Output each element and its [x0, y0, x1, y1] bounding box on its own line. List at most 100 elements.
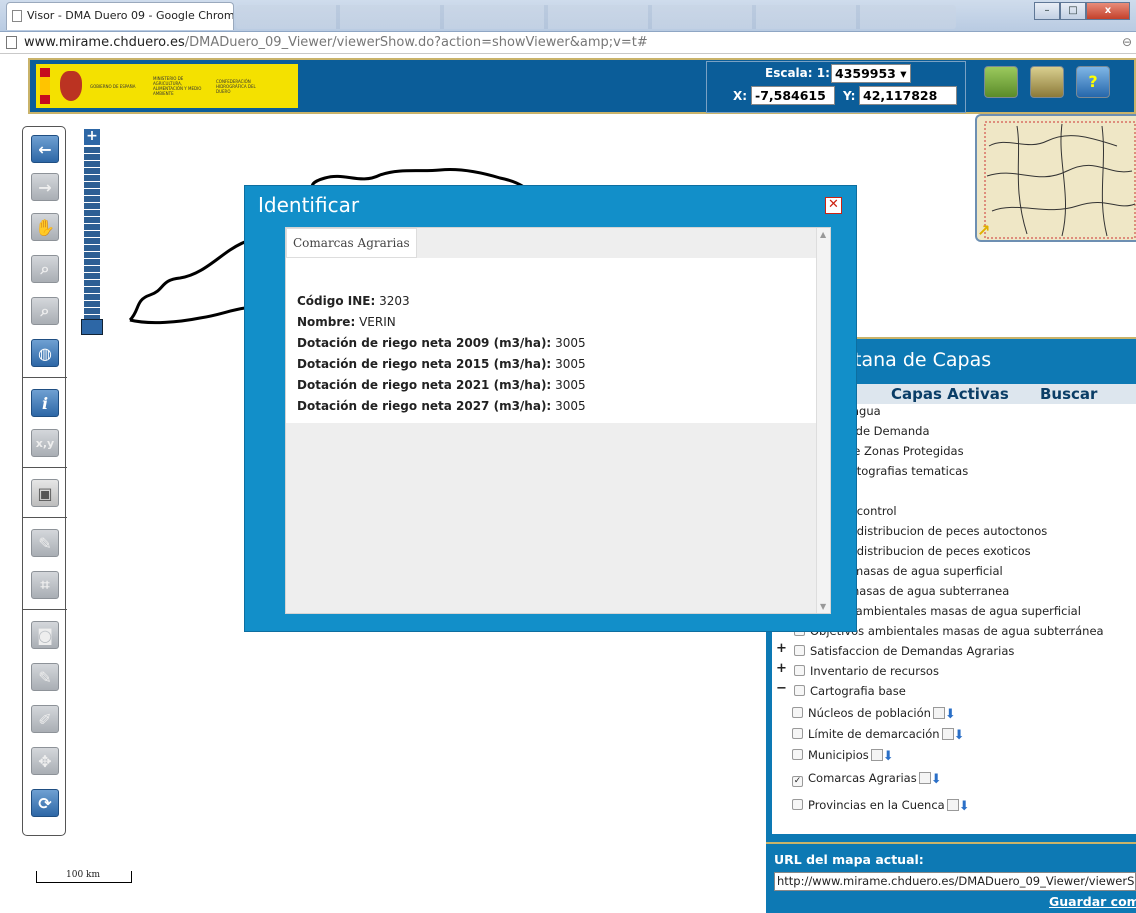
save-disk-icon[interactable]: ▣ — [31, 479, 59, 507]
layers-panel-title: tana de Capas — [854, 349, 992, 371]
page-icon — [12, 10, 22, 22]
attribute-row: Dotación de riego neta 2015 (m3/ha): 300… — [297, 357, 586, 371]
list-item[interactable]: masas de agua superficial — [852, 564, 1003, 578]
list-item[interactable]: Municipios ⬇ — [792, 748, 894, 764]
close-window-button[interactable]: x — [1086, 2, 1130, 20]
scroll-up-icon[interactable]: ▲ — [820, 230, 826, 239]
map-url-field[interactable]: http://www.mirame.chduero.es/DMADuero_09… — [774, 872, 1136, 891]
coordinates-panel: Escala: 1: 4359953 ▾ X: -7,584615 Y: 42,… — [706, 61, 966, 113]
legend-box[interactable] — [946, 799, 959, 811]
list-item[interactable]: rtografias tematicas — [852, 464, 968, 478]
expand-plus-icon[interactable]: + — [776, 661, 787, 676]
toolbar-separator — [23, 609, 67, 610]
browser-tab[interactable]: Visor - DMA Duero 09 - Google Chrome — [6, 2, 234, 30]
zoom-icon[interactable]: ⊖ — [1122, 32, 1132, 53]
spain-flag-icon — [40, 68, 50, 104]
binoculars-icon[interactable] — [1030, 66, 1064, 98]
info-icon[interactable]: i — [31, 389, 59, 417]
layer-checkbox[interactable] — [794, 685, 805, 696]
download-arrow-icon[interactable]: ⬇ — [945, 707, 956, 722]
panel-divider — [766, 842, 1136, 844]
list-item[interactable]: ✓ Comarcas Agrarias ⬇ — [792, 771, 942, 787]
attribute-row: Dotación de riego neta 2027 (m3/ha): 300… — [297, 399, 586, 413]
toolbar-separator — [23, 517, 67, 518]
back-arrow-icon[interactable]: ← — [31, 135, 59, 163]
move-icon[interactable]: ✥ — [31, 747, 59, 775]
list-item[interactable]: Límite de demarcación ⬇ — [792, 727, 965, 743]
download-arrow-icon[interactable]: ⬇ — [959, 799, 970, 814]
tab-comarcas-agrarias[interactable]: Comarcas Agrarias — [286, 228, 417, 258]
globe-icon[interactable]: ◍ — [31, 339, 59, 367]
map-viewer: GOBIERNO DE ESPAÑA MINISTERIO DE AGRICUL… — [0, 55, 1136, 913]
list-item[interactable]: nasas de agua subterranea — [852, 584, 1009, 598]
minimize-button[interactable]: – — [1034, 2, 1060, 20]
zoom-out-icon[interactable]: ⌕ — [31, 297, 59, 325]
layer-checkbox[interactable] — [794, 665, 805, 676]
layer-checkbox[interactable] — [792, 707, 803, 718]
header-strip: GOBIERNO DE ESPAÑA MINISTERIO DE AGRICUL… — [28, 58, 1136, 114]
y-label: Y: — [843, 89, 856, 103]
forward-arrow-icon[interactable]: → — [31, 173, 59, 201]
legend-box[interactable] — [870, 749, 883, 761]
layer-checkbox[interactable] — [792, 799, 803, 810]
layer-checkbox[interactable] — [794, 645, 805, 656]
zoom-track[interactable] — [84, 147, 100, 319]
dialog-scrollbar[interactable]: ▲ ▼ — [816, 228, 830, 613]
maximize-button[interactable]: □ — [1060, 2, 1086, 20]
identify-dialog: Identificar ✕ Comarcas Agrarias Código I… — [244, 185, 857, 632]
collapse-minus-icon[interactable]: − — [776, 681, 787, 696]
download-arrow-icon[interactable]: ⬇ — [954, 728, 965, 743]
left-toolbar: ← → ✋ ⌕ ⌕ ◍ i x,y ▣ ✎ ⌗ ◙ ✎ ✐ ✥ ⟳ — [22, 126, 67, 836]
crop-icon[interactable]: ⌗ — [31, 571, 59, 599]
toolbar-separator — [23, 467, 67, 468]
toolbar-separator — [23, 377, 67, 378]
xy-coordinates-icon[interactable]: x,y — [31, 429, 59, 457]
feature-attributes: Código INE: 3203 Nombre: VERIN Dotación … — [286, 258, 816, 423]
address-bar[interactable]: www.mirame.chduero.es/DMADuero_09_Viewer… — [0, 32, 1136, 54]
overview-map[interactable]: ↗ — [975, 114, 1136, 242]
scroll-down-icon[interactable]: ▼ — [820, 602, 826, 611]
zoom-thumb[interactable] — [81, 319, 103, 335]
list-item[interactable]: Núcleos de población ⬇ — [792, 706, 956, 722]
draw-icon[interactable]: ✎ — [31, 663, 59, 691]
save-as-link[interactable]: Guardar com — [1049, 894, 1136, 909]
download-arrow-icon[interactable]: ⬇ — [883, 749, 894, 764]
layer-checkbox-checked[interactable]: ✓ — [792, 776, 803, 787]
camera-icon[interactable]: ◙ — [31, 621, 59, 649]
list-item[interactable]: Inventario de recursos — [794, 664, 939, 678]
list-item[interactable]: s de Demanda — [846, 424, 930, 438]
zoom-in-icon[interactable]: ⌕ — [31, 255, 59, 283]
layer-checkbox[interactable] — [792, 749, 803, 760]
list-item[interactable]: e distribucion de peces autoctonos — [846, 524, 1047, 538]
tab-active-layers[interactable]: Capas Activas — [891, 385, 1009, 403]
expand-arrow-icon[interactable]: ↗ — [977, 221, 990, 240]
background-tabs[interactable] — [236, 5, 956, 29]
legend-box[interactable] — [941, 728, 954, 740]
expand-plus-icon[interactable]: + — [776, 641, 787, 656]
list-item[interactable]: Cartografia base — [794, 684, 906, 698]
map-url-label: URL del mapa actual: — [774, 852, 924, 867]
list-item[interactable]: Provincias en la Cuenca ⬇ — [792, 798, 970, 814]
zoom-plus-button[interactable]: + — [84, 129, 100, 145]
help-icon[interactable]: ? — [1076, 66, 1110, 98]
pencil-icon[interactable]: ✎ — [31, 529, 59, 557]
x-coordinate: -7,584615 — [751, 86, 835, 105]
pan-hand-icon[interactable]: ✋ — [31, 213, 59, 241]
list-item[interactable]: de Zonas Protegidas — [846, 444, 964, 458]
list-item[interactable]: Satisfaccion de Demandas Agrarias — [794, 644, 1014, 658]
close-icon[interactable]: ✕ — [825, 197, 842, 214]
add-layer-icon[interactable] — [984, 66, 1018, 98]
legend-box[interactable] — [932, 707, 945, 719]
edit-icon[interactable]: ✐ — [31, 705, 59, 733]
scale-select[interactable]: 4359953 ▾ — [831, 64, 911, 83]
download-arrow-icon[interactable]: ⬇ — [931, 772, 942, 787]
refresh-globe-icon[interactable]: ⟳ — [31, 789, 59, 817]
layer-checkbox[interactable] — [792, 728, 803, 739]
zoom-slider[interactable]: + — [81, 129, 103, 341]
attribute-row: Dotación de riego neta 2021 (m3/ha): 300… — [297, 378, 586, 392]
list-item[interactable]: e distribucion de peces exoticos — [846, 544, 1031, 558]
legend-box[interactable] — [918, 772, 931, 784]
y-coordinate: 42,117828 — [859, 86, 957, 105]
list-item[interactable]: s ambientales masas de agua superficial — [846, 604, 1081, 618]
url-host: www.mirame.chduero.es — [24, 35, 185, 50]
